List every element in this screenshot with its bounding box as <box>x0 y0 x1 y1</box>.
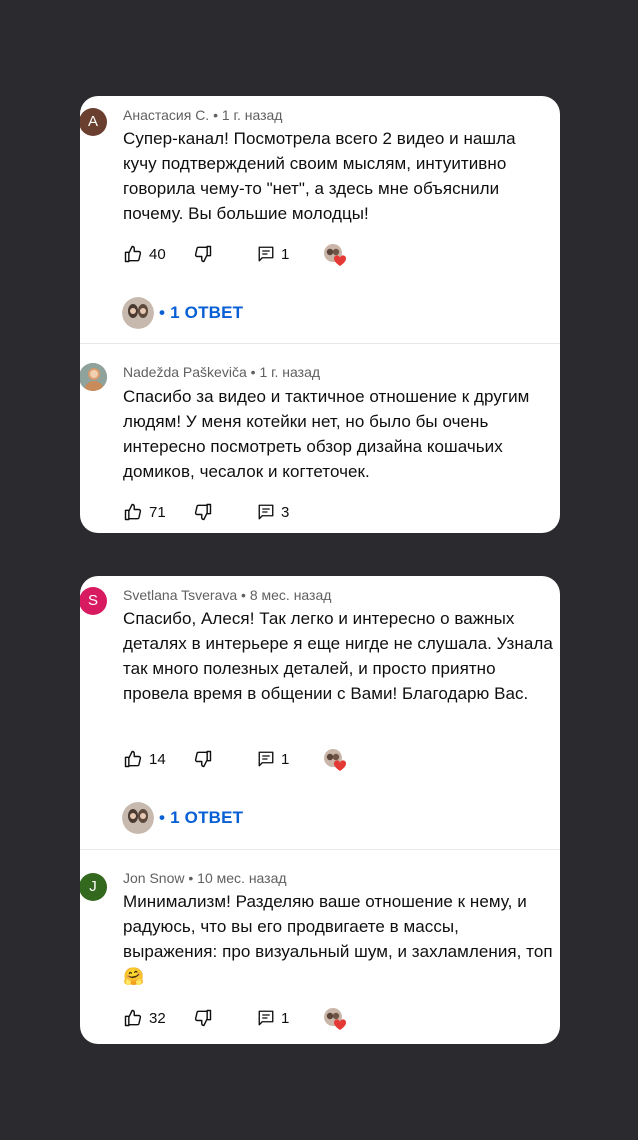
comment-meta: Nadežda Paškeviča • 1 г. назад <box>123 364 320 380</box>
like-button[interactable]: 40 <box>123 244 166 264</box>
creator-avatar <box>122 297 154 329</box>
creator-heart-badge <box>323 748 347 771</box>
like-button[interactable]: 14 <box>123 749 166 769</box>
dislike-button[interactable] <box>193 244 213 264</box>
reply-button[interactable]: 1 <box>257 244 289 264</box>
divider <box>80 849 560 850</box>
avatar[interactable]: J <box>80 873 107 901</box>
like-button[interactable]: 71 <box>123 502 166 522</box>
comment-time[interactable]: 10 мес. назад <box>197 870 286 886</box>
view-replies-button[interactable]: • 1 ОТВЕТ <box>122 802 243 834</box>
creator-heart-icon <box>324 1008 347 1030</box>
creator-heart-icon <box>324 244 347 266</box>
author-name[interactable]: Nadežda Paškeviča <box>123 364 247 380</box>
meta-separator: • <box>209 107 222 123</box>
creator-heart-icon <box>324 749 347 771</box>
author-name[interactable]: Jon Snow <box>123 870 184 886</box>
thumbs-down-icon <box>194 503 212 521</box>
comment-text: Спасибо, Алеся! Так легко и интересно о … <box>123 609 553 703</box>
reply-button[interactable]: 3 <box>257 502 289 522</box>
thumbs-down-icon <box>194 750 212 768</box>
author-name[interactable]: Svetlana Tsverava <box>123 587 237 603</box>
thumbs-up-icon <box>124 1009 142 1027</box>
reply-count: 1 <box>281 1009 290 1027</box>
comment-meta: Svetlana Tsverava • 8 мес. назад <box>123 587 331 603</box>
like-count: 32 <box>149 1009 166 1027</box>
comment-icon <box>258 1010 274 1026</box>
comment-text: Спасибо за видео и тактичное отношение к… <box>123 387 530 481</box>
avatar[interactable]: S <box>80 587 107 615</box>
comment-card-2: S Svetlana Tsverava • 8 мес. назад Спаси… <box>80 576 560 1044</box>
reply-button[interactable]: 1 <box>257 1008 289 1028</box>
creator-heart-badge <box>323 243 347 266</box>
replies-link-text: • 1 ОТВЕТ <box>159 808 244 827</box>
thumbs-down-icon <box>194 1009 212 1027</box>
comment-time[interactable]: 1 г. назад <box>259 364 320 380</box>
creator-avatar <box>122 802 154 834</box>
creator-heart-badge <box>323 1007 347 1030</box>
author-name[interactable]: Анастасия С. <box>123 107 209 123</box>
reply-count: 1 <box>281 750 290 768</box>
avatar[interactable]: A <box>80 108 107 136</box>
comment-time[interactable]: 1 г. назад <box>222 107 283 123</box>
meta-separator: • <box>246 364 260 380</box>
comment-meta: Анастасия С. • 1 г. назад <box>123 107 282 123</box>
thumbs-up-icon <box>124 503 142 521</box>
replies-link-text: • 1 ОТВЕТ <box>159 303 244 322</box>
divider <box>80 343 560 344</box>
comment-time[interactable]: 8 мес. назад <box>250 587 332 603</box>
reply-count: 1 <box>281 245 290 263</box>
dislike-button[interactable] <box>193 749 213 769</box>
thumbs-up-icon <box>124 245 142 263</box>
avatar[interactable] <box>80 363 107 391</box>
meta-separator: • <box>237 587 250 603</box>
reply-count: 3 <box>281 503 290 521</box>
like-count: 40 <box>149 245 166 263</box>
like-count: 14 <box>149 750 166 768</box>
reply-button[interactable]: 1 <box>257 749 289 769</box>
thumbs-up-icon <box>124 750 142 768</box>
comment-text: Супер-канал! Посмотрела всего 2 видео и … <box>123 129 516 223</box>
like-count: 71 <box>149 503 166 521</box>
comment-icon <box>258 751 274 767</box>
thumbs-down-icon <box>194 245 212 263</box>
meta-separator: • <box>184 870 198 886</box>
comment-card-1: A Анастасия С. • 1 г. назад Супер-канал!… <box>80 96 560 533</box>
comment-text: Минимализм! Разделяю ваше отношение к не… <box>123 892 553 986</box>
comment-icon <box>258 504 274 520</box>
dislike-button[interactable] <box>193 502 213 522</box>
dislike-button[interactable] <box>193 1008 213 1028</box>
like-button[interactable]: 32 <box>123 1008 166 1028</box>
comment-meta: Jon Snow • 10 мес. назад <box>123 870 287 886</box>
comment-icon <box>258 246 274 262</box>
view-replies-button[interactable]: • 1 ОТВЕТ <box>122 297 243 329</box>
avatar-photo <box>80 363 107 391</box>
